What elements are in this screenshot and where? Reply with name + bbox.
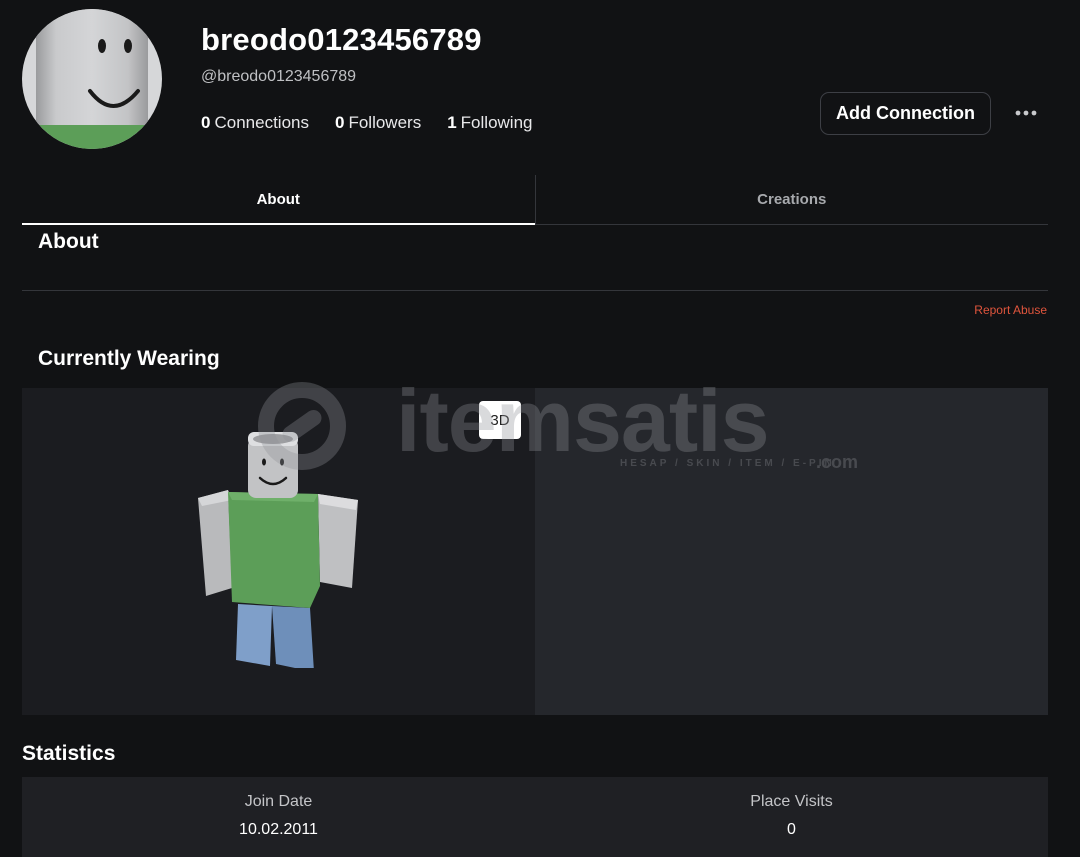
tab-about[interactable]: About bbox=[22, 175, 535, 225]
followers-count: 0 bbox=[334, 113, 345, 132]
profile-tabs: About Creations bbox=[22, 175, 1048, 225]
report-abuse-link[interactable]: Report Abuse bbox=[974, 303, 1047, 317]
stat-label: Place Visits bbox=[750, 793, 833, 810]
about-heading: About bbox=[38, 230, 99, 253]
statistics-heading: Statistics bbox=[22, 742, 116, 765]
avatar[interactable] bbox=[22, 9, 162, 149]
tab-creations[interactable]: Creations bbox=[536, 175, 1049, 224]
profile-counts: 0 Connections 0 Followers 1 Following bbox=[201, 113, 532, 133]
currently-wearing-panel: 3D bbox=[22, 388, 1048, 715]
statistics-panel: Join Date 10.02.2011 Place Visits 0 bbox=[22, 777, 1048, 857]
followers-link[interactable]: 0 Followers bbox=[335, 113, 421, 133]
stat-place-visits: Place Visits 0 bbox=[535, 777, 1048, 857]
toggle-3d-button[interactable]: 3D bbox=[479, 401, 521, 439]
avatar-3d-viewer[interactable]: 3D bbox=[22, 388, 535, 715]
currently-wearing-heading: Currently Wearing bbox=[38, 347, 220, 370]
wearing-items-panel bbox=[535, 388, 1048, 715]
following-link[interactable]: 1 Following bbox=[447, 113, 532, 133]
stat-join-date: Join Date 10.02.2011 bbox=[22, 777, 535, 857]
stat-label: Join Date bbox=[244, 793, 313, 810]
smile-face-icon bbox=[88, 39, 140, 108]
username: @breodo0123456789 bbox=[201, 68, 357, 85]
connections-label: Connections bbox=[214, 113, 309, 132]
following-label: Following bbox=[460, 113, 533, 132]
more-options-button[interactable] bbox=[1010, 100, 1042, 126]
about-divider bbox=[22, 290, 1048, 291]
more-horizontal-icon bbox=[1015, 110, 1037, 116]
connections-link[interactable]: 0 Connections bbox=[201, 113, 309, 133]
connections-count: 0 bbox=[201, 113, 211, 132]
add-connection-button[interactable]: Add Connection bbox=[820, 92, 991, 135]
stat-value: 0 bbox=[787, 821, 796, 838]
stat-value: 10.02.2011 bbox=[239, 821, 318, 838]
display-name: breodo0123456789 bbox=[201, 22, 482, 57]
following-count: 1 bbox=[447, 113, 457, 132]
avatar-character-model bbox=[198, 432, 358, 668]
followers-label: Followers bbox=[348, 113, 422, 132]
